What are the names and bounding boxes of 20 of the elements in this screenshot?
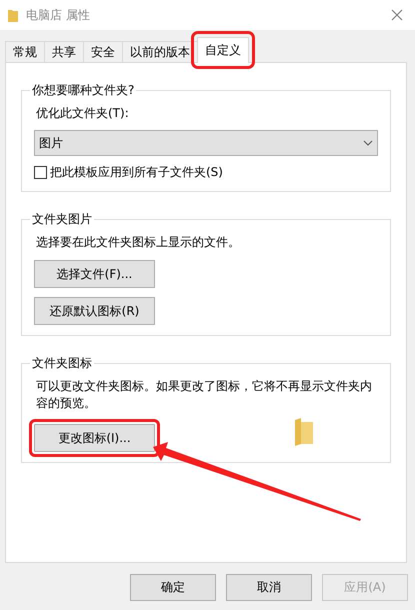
checkbox-label: 把此模板应用到所有子文件夹(S) bbox=[50, 164, 223, 181]
dropdown-value: 图片 bbox=[39, 134, 63, 152]
dialog-button[interactable]: 取消 bbox=[226, 574, 312, 601]
field-label: 优化此文件夹(T): bbox=[36, 105, 130, 122]
group-title: 你想要哪种文件夹? bbox=[31, 82, 136, 99]
description-text: 选择要在此文件夹图标上显示的文件。 bbox=[36, 234, 241, 251]
folder-icon bbox=[295, 418, 313, 446]
group-title: 文件夹图标 bbox=[31, 355, 93, 372]
action-button[interactable]: 还原默认图标(R) bbox=[34, 297, 155, 325]
folder-icon bbox=[8, 8, 18, 22]
group-title: 文件夹图片 bbox=[31, 211, 93, 228]
caret-icon bbox=[363, 140, 373, 146]
window-title: 电脑店 属性 bbox=[26, 6, 90, 24]
tab[interactable]: 常规 bbox=[5, 41, 45, 62]
action-button[interactable]: 选择文件(F)... bbox=[34, 260, 155, 288]
folder-type-dropdown[interactable]: 图片 bbox=[34, 130, 378, 156]
close-icon[interactable] bbox=[391, 9, 403, 21]
checkbox[interactable] bbox=[34, 166, 47, 179]
dialog-button[interactable]: 确定 bbox=[130, 574, 216, 601]
description-text: 可以更改文件夹图标。如果更改了图标，它将不再显示文件夹内容的预览。 bbox=[36, 378, 373, 412]
